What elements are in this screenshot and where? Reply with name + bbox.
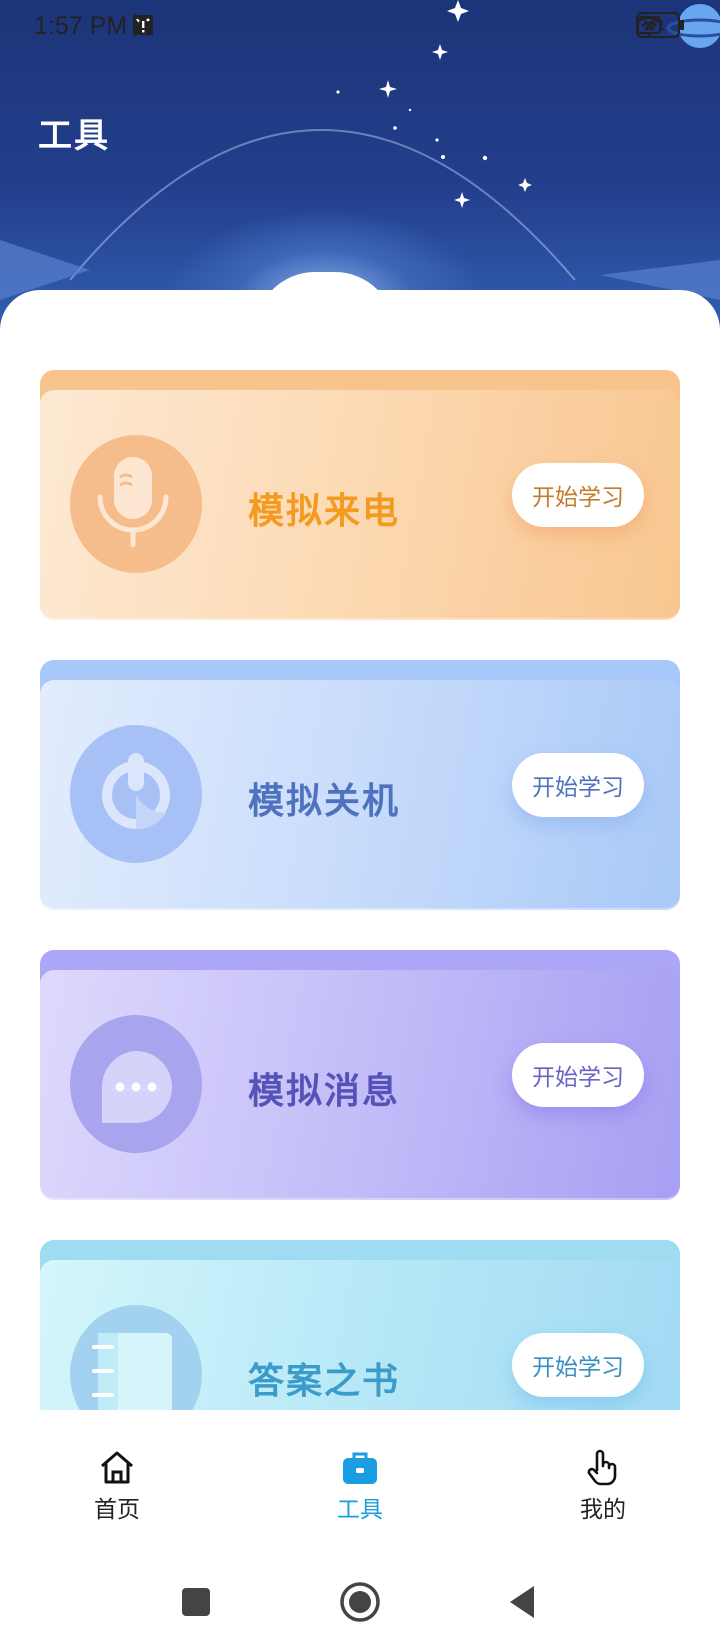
system-navigation-bar [0,1550,720,1650]
tool-card-simulated-call[interactable]: 模拟来电 开始学习 [40,370,680,620]
start-learning-button[interactable]: 开始学习 [512,753,644,817]
tool-list: 模拟来电 开始学习 模拟关机 开始学习 模拟消息 开始学习 答案之书 开始学习 [40,370,680,1410]
home-circle-icon[interactable] [338,1580,382,1624]
battery-icon: 71 [636,12,684,38]
home-icon [101,1451,133,1484]
tool-card-simulated-shutdown[interactable]: 模拟关机 开始学习 [40,660,680,910]
tool-title: 答案之书 [248,1361,401,1402]
page-title: 工具 [38,116,110,156]
tool-card-simulated-message[interactable]: 模拟消息 开始学习 [40,950,680,1200]
chat-bubble-icon [70,1015,202,1153]
start-learning-button[interactable]: 开始学习 [512,1333,644,1397]
tab-mine[interactable]: 我的 [543,1448,663,1538]
hand-pointer-icon [587,1449,617,1486]
start-learning-button[interactable]: 开始学习 [512,463,644,527]
tab-label: 首页 [94,1497,140,1523]
recents-icon[interactable] [174,1580,218,1624]
tool-title: 模拟消息 [248,1071,401,1112]
tab-label: 工具 [337,1497,383,1523]
tab-label: 我的 [580,1497,626,1523]
notebook-icon [70,1305,202,1410]
tool-title: 模拟关机 [248,781,401,822]
tab-tools[interactable]: 工具 [300,1448,420,1538]
warning-icon [132,15,154,34]
start-learning-button[interactable]: 开始学习 [512,1043,644,1107]
bottom-tab-bar: 首页 工具 我的 [0,1410,720,1540]
microphone-icon [70,435,202,573]
status-bar: 1:57 PM 71 [0,0,720,54]
toolbox-icon [343,1452,377,1484]
power-icon [70,725,202,863]
tool-card-book-of-answers[interactable]: 答案之书 开始学习 [40,1240,680,1410]
tool-title: 模拟来电 [248,491,401,532]
back-icon[interactable] [502,1580,546,1624]
status-time: 1:57 PM [34,12,128,40]
tab-home[interactable]: 首页 [57,1448,177,1538]
